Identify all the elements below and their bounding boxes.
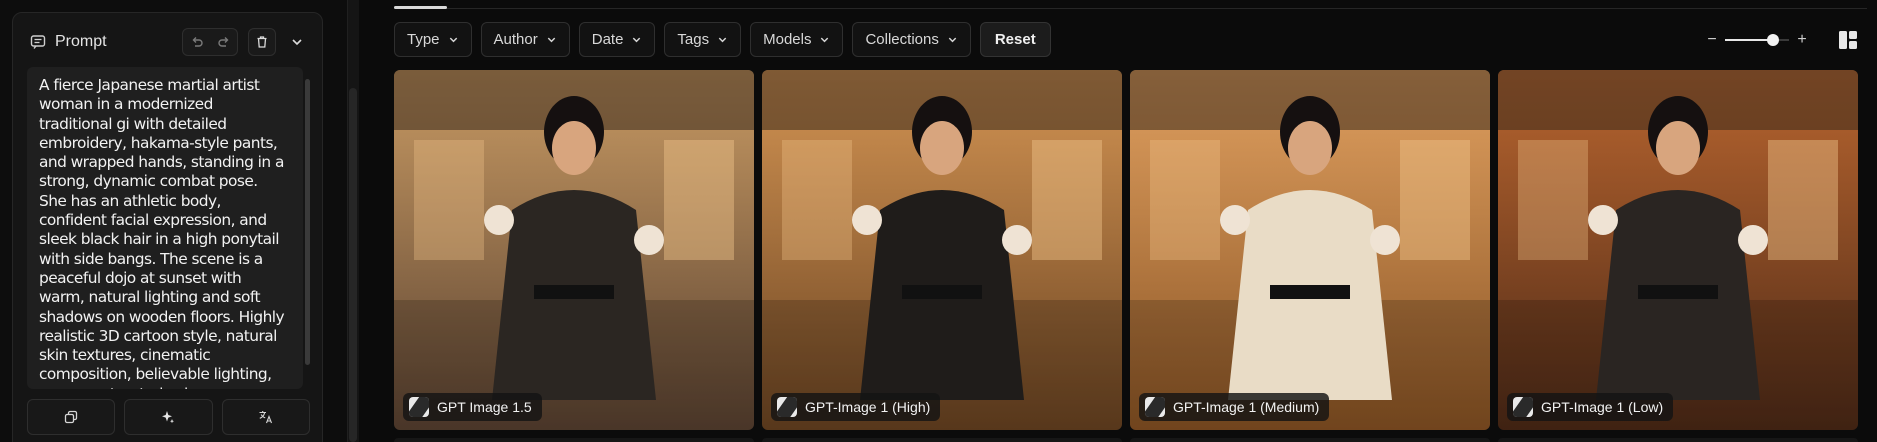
model-badge: GPT-Image 1 (Medium) [1139, 393, 1330, 421]
gallery-image-card-next-row[interactable] [1130, 438, 1490, 442]
chevron-down-icon [821, 37, 829, 43]
gallery-image-card[interactable]: GPT-Image 1 (Low) [1498, 70, 1858, 430]
prompt-icon [29, 33, 47, 51]
generated-image [1130, 70, 1490, 430]
chevron-down-icon [547, 37, 555, 43]
filter-author[interactable]: Author [480, 22, 570, 57]
tab-divider [394, 8, 1867, 9]
reset-filters-button[interactable]: Reset [979, 22, 1051, 57]
left-sidebar: Prompt A fierce Japanese martial artist … [0, 0, 347, 442]
prompt-textarea[interactable]: A fierce Japanese martial artist woman i… [27, 67, 303, 389]
history-controls [182, 28, 238, 56]
filter-label: Models [763, 31, 812, 48]
model-badge: GPT-Image 1 (Low) [1507, 393, 1674, 421]
active-tab-indicator [394, 6, 447, 9]
zoom-control: − + [1705, 31, 1809, 49]
zoom-out-button[interactable]: − [1705, 31, 1719, 49]
prompt-scrollbar[interactable] [305, 79, 310, 365]
sparkle-icon [162, 411, 175, 424]
filter-label: Type [407, 31, 440, 48]
trash-icon [257, 36, 267, 48]
prompt-title: Prompt [55, 33, 107, 50]
filter-date[interactable]: Date [578, 22, 656, 57]
chevron-down-icon [292, 39, 302, 46]
openai-model-icon [409, 397, 429, 417]
generated-image [394, 70, 754, 430]
main-content: Type Author Date Tags Models Collections… [359, 0, 1877, 442]
zoom-slider[interactable] [1725, 31, 1789, 49]
generated-image [762, 70, 1122, 430]
translate-prompt-button[interactable] [221, 399, 310, 435]
filter-tags[interactable]: Tags [664, 22, 742, 57]
chevron-down-icon [633, 37, 641, 43]
generated-image [1498, 70, 1858, 430]
filter-label: Tags [677, 31, 710, 48]
filter-bar: Type Author Date Tags Models Collections… [394, 22, 1051, 57]
image-gallery: GPT Image 1.5 GPT-Image 1 (High) GPT-Image… [394, 70, 1858, 442]
model-name: GPT-Image 1 (Low) [1541, 399, 1664, 415]
model-name: GPT-Image 1 (Medium) [1173, 399, 1320, 415]
prompt-text: A fierce Japanese martial artist woman i… [39, 76, 285, 389]
filter-label: Author [493, 31, 538, 48]
translate-icon [259, 411, 272, 424]
redo-icon [217, 37, 228, 47]
collapse-prompt-button[interactable] [286, 31, 308, 53]
delete-button[interactable] [248, 28, 276, 56]
chevron-down-icon [449, 37, 457, 43]
gallery-image-card[interactable]: GPT-Image 1 (Medium) [1130, 70, 1490, 430]
gallery-image-card-next-row[interactable] [762, 438, 1122, 442]
model-name: GPT-Image 1 (High) [805, 399, 931, 415]
gallery-image-card-next-row[interactable] [1498, 438, 1858, 442]
undo-button[interactable] [183, 29, 210, 55]
gallery-image-card[interactable]: GPT-Image 1 (High) [762, 70, 1122, 430]
model-badge: GPT-Image 1 (High) [771, 393, 941, 421]
model-badge: GPT Image 1.5 [403, 393, 542, 421]
filter-models[interactable]: Models [750, 22, 844, 57]
prompt-tools [27, 399, 310, 435]
zoom-slider-handle[interactable] [1767, 34, 1779, 46]
copy-icon [65, 410, 78, 424]
chevron-down-icon [718, 37, 727, 43]
zoom-in-button[interactable]: + [1795, 31, 1809, 49]
masonry-layout-icon [1839, 31, 1857, 49]
openai-model-icon [1513, 397, 1533, 417]
openai-model-icon [1145, 397, 1165, 417]
sidebar-scrollbar[interactable] [349, 88, 357, 442]
filter-type[interactable]: Type [394, 22, 472, 57]
prompt-panel: Prompt A fierce Japanese martial artist … [12, 12, 323, 442]
filter-label: Date [591, 31, 624, 48]
openai-model-icon [777, 397, 797, 417]
filter-collections[interactable]: Collections [852, 22, 971, 57]
copy-prompt-button[interactable] [27, 399, 116, 435]
undo-icon [192, 37, 203, 47]
enhance-prompt-button[interactable] [124, 399, 213, 435]
model-name: GPT Image 1.5 [437, 399, 532, 415]
layout-toggle-button[interactable] [1837, 29, 1859, 51]
prompt-header: Prompt [27, 27, 308, 57]
gallery-image-card-next-row[interactable] [394, 438, 754, 442]
redo-button[interactable] [210, 29, 237, 55]
gallery-image-card[interactable]: GPT Image 1.5 [394, 70, 754, 430]
chevron-down-icon [948, 37, 957, 43]
filter-label: Collections [865, 31, 939, 48]
